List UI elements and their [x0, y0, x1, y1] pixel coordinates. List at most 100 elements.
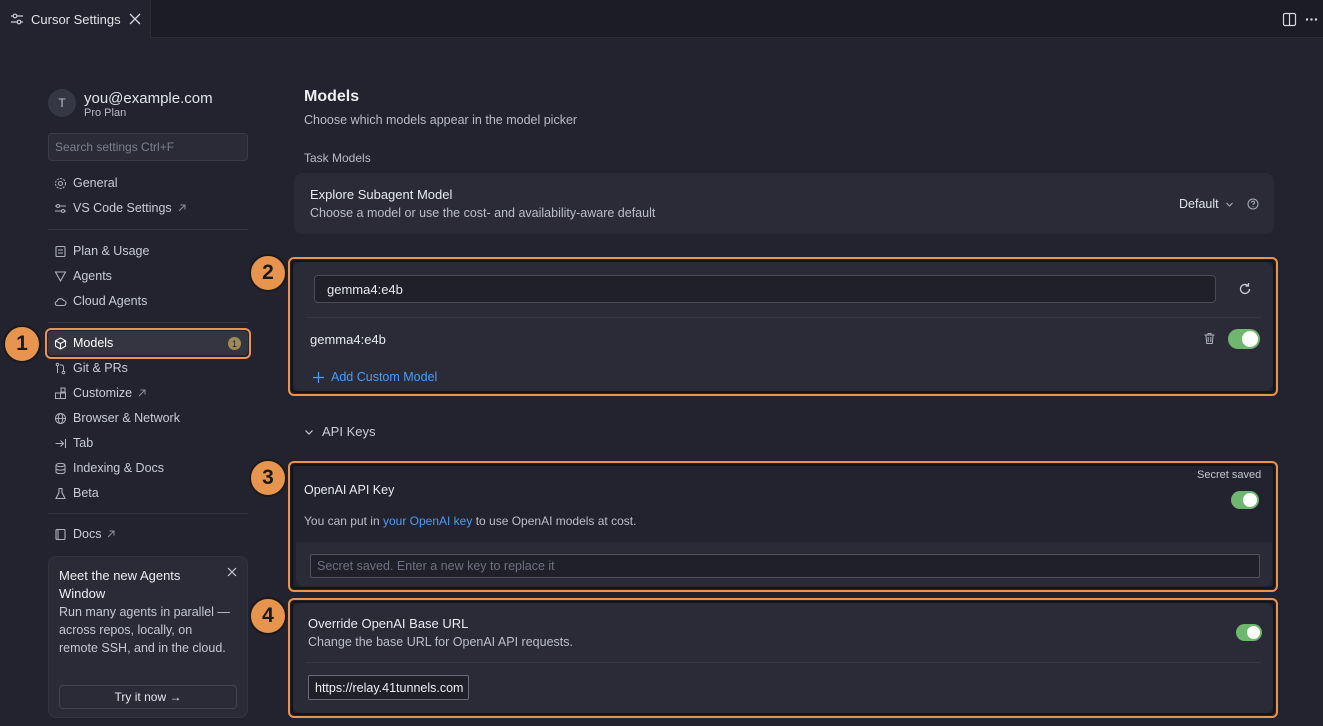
openai-desc-prefix: You can put in — [304, 514, 383, 528]
promo-title: Meet the new Agents Window — [59, 568, 181, 601]
secret-saved-status: Secret saved — [1197, 469, 1262, 481]
explore-subagent-title: Explore Subagent Model — [310, 187, 453, 202]
base-url-desc: Change the base URL for OpenAI API reque… — [308, 635, 573, 649]
tab-title: Cursor Settings — [31, 11, 121, 27]
document-icon — [55, 245, 66, 257]
more-actions-icon[interactable] — [1304, 12, 1319, 27]
cloud-icon — [54, 297, 67, 306]
page-title: Models — [304, 88, 360, 105]
agents-window-promo-card: Meet the new Agents Window Run many agen… — [48, 556, 248, 718]
add-custom-model-label: Add Custom Model — [331, 370, 438, 384]
sidebar-item-docs[interactable]: Docs — [48, 522, 248, 546]
close-icon[interactable] — [226, 566, 238, 578]
flask-icon — [55, 487, 66, 499]
sidebar-item-label: Plan & Usage — [73, 244, 150, 258]
sidebar-item-agents[interactable]: Agents — [48, 264, 248, 288]
explore-subagent-card: Explore Subagent Model Choose a model or… — [294, 173, 1274, 234]
close-icon[interactable] — [128, 12, 142, 26]
openai-key-link[interactable]: your OpenAI key — [383, 514, 472, 528]
refresh-icon[interactable] — [1238, 282, 1252, 296]
base-url-toggle[interactable] — [1236, 624, 1262, 641]
plus-icon — [313, 371, 324, 383]
tab-arrow-icon — [55, 438, 67, 448]
external-link-icon — [178, 204, 186, 212]
globe-icon — [55, 412, 66, 424]
user-plan: Pro Plan — [84, 107, 127, 119]
gear-icon — [54, 177, 67, 189]
sidebar-item-label: General — [73, 176, 118, 190]
sidebar-divider — [48, 513, 248, 514]
base-url-input[interactable] — [308, 675, 469, 700]
base-url-title: Override OpenAI Base URL — [308, 616, 469, 631]
sidebar-item-plan-usage[interactable]: Plan & Usage — [48, 239, 248, 263]
search-settings-input[interactable] — [48, 133, 248, 161]
custom-models-separator — [306, 317, 1261, 318]
sidebar-item-label: Indexing & Docs — [73, 461, 165, 475]
page-subtitle: Choose which models appear in the model … — [304, 113, 578, 127]
sidebar-item-label: Tab — [73, 436, 94, 450]
database-icon — [55, 462, 66, 474]
split-editor-icon[interactable] — [1282, 12, 1297, 27]
openai-key-desc: You can put in your OpenAI key to use Op… — [304, 514, 636, 528]
task-models-label: Task Models — [304, 151, 371, 165]
sidebar-item-indexing-docs[interactable]: Indexing & Docs — [48, 456, 248, 480]
custom-model-input[interactable] — [314, 275, 1216, 303]
sliders-icon — [55, 203, 66, 213]
add-custom-model-button[interactable]: Add Custom Model — [312, 370, 437, 384]
sidebar-item-label: VS Code Settings — [73, 201, 172, 215]
sidebar-item-browser-network[interactable]: Browser & Network — [48, 406, 248, 430]
base-url-separator — [306, 662, 1261, 663]
custom-model-name: gemma4:e4b — [310, 332, 386, 347]
api-keys-label: API Keys — [322, 424, 376, 439]
settings-sliders-icon — [11, 13, 23, 25]
user-email: you@example.com — [84, 90, 213, 107]
external-link-icon — [108, 530, 115, 538]
try-it-now-button[interactable]: Try it now → — [59, 685, 237, 709]
sidebar-item-label: Beta — [73, 486, 99, 500]
api-keys-section-toggle[interactable]: API Keys — [304, 424, 375, 439]
sidebar-item-beta[interactable]: Beta — [48, 481, 248, 505]
sidebar-item-vscode-settings[interactable]: VS Code Settings — [48, 196, 248, 220]
toggle-knob — [1242, 331, 1258, 347]
tab-cursor-settings[interactable]: Cursor Settings — [0, 0, 151, 38]
trash-icon[interactable] — [1203, 332, 1216, 345]
callout-highlight-1 — [45, 328, 251, 359]
toggle-knob — [1243, 493, 1257, 507]
promo-body: Run many agents in parallel — across rep… — [59, 605, 230, 655]
sidebar-item-label: Cloud Agents — [73, 294, 148, 308]
sidebar-item-label: Git & PRs — [73, 361, 128, 375]
chevron-down-icon — [1225, 202, 1233, 207]
explore-subagent-desc: Choose a model or use the cost- and avai… — [310, 206, 656, 220]
blocks-icon — [55, 387, 66, 399]
sidebar-divider — [48, 229, 248, 230]
help-icon[interactable] — [1247, 198, 1259, 210]
callout-number-2: 2 — [249, 254, 287, 292]
chevron-down-icon — [305, 429, 313, 435]
sidebar-item-label: Browser & Network — [73, 411, 180, 425]
openai-key-toggle[interactable] — [1231, 491, 1259, 509]
sidebar-item-customize[interactable]: Customize — [48, 381, 248, 405]
sidebar-divider — [48, 322, 248, 323]
openai-key-input[interactable] — [310, 554, 1260, 578]
openai-desc-suffix: to use OpenAI models at cost. — [472, 514, 637, 528]
openai-key-title: OpenAI API Key — [304, 483, 395, 497]
callout-number-3: 3 — [249, 459, 287, 497]
avatar[interactable]: T — [48, 89, 76, 117]
book-icon — [55, 528, 66, 540]
sidebar-item-tab[interactable]: Tab — [48, 431, 248, 455]
sidebar-item-label: Docs — [73, 527, 102, 541]
callout-number-4: 4 — [249, 597, 287, 635]
explore-model-dropdown[interactable]: Default — [1179, 197, 1234, 211]
editor-tab-bar: Cursor Settings — [0, 0, 1323, 38]
gemma-model-toggle[interactable] — [1228, 329, 1260, 349]
toggle-knob — [1247, 626, 1260, 639]
external-link-icon — [138, 389, 146, 397]
sidebar-item-git-prs[interactable]: Git & PRs — [48, 356, 248, 380]
git-branch-icon — [55, 362, 66, 374]
sidebar-item-cloud-agents[interactable]: Cloud Agents — [48, 289, 248, 313]
dropdown-value: Default — [1179, 197, 1219, 211]
agents-icon — [54, 270, 67, 282]
sidebar-item-label: Agents — [73, 269, 112, 283]
sidebar-item-general[interactable]: General — [48, 171, 248, 195]
sidebar-item-label: Customize — [73, 386, 133, 400]
